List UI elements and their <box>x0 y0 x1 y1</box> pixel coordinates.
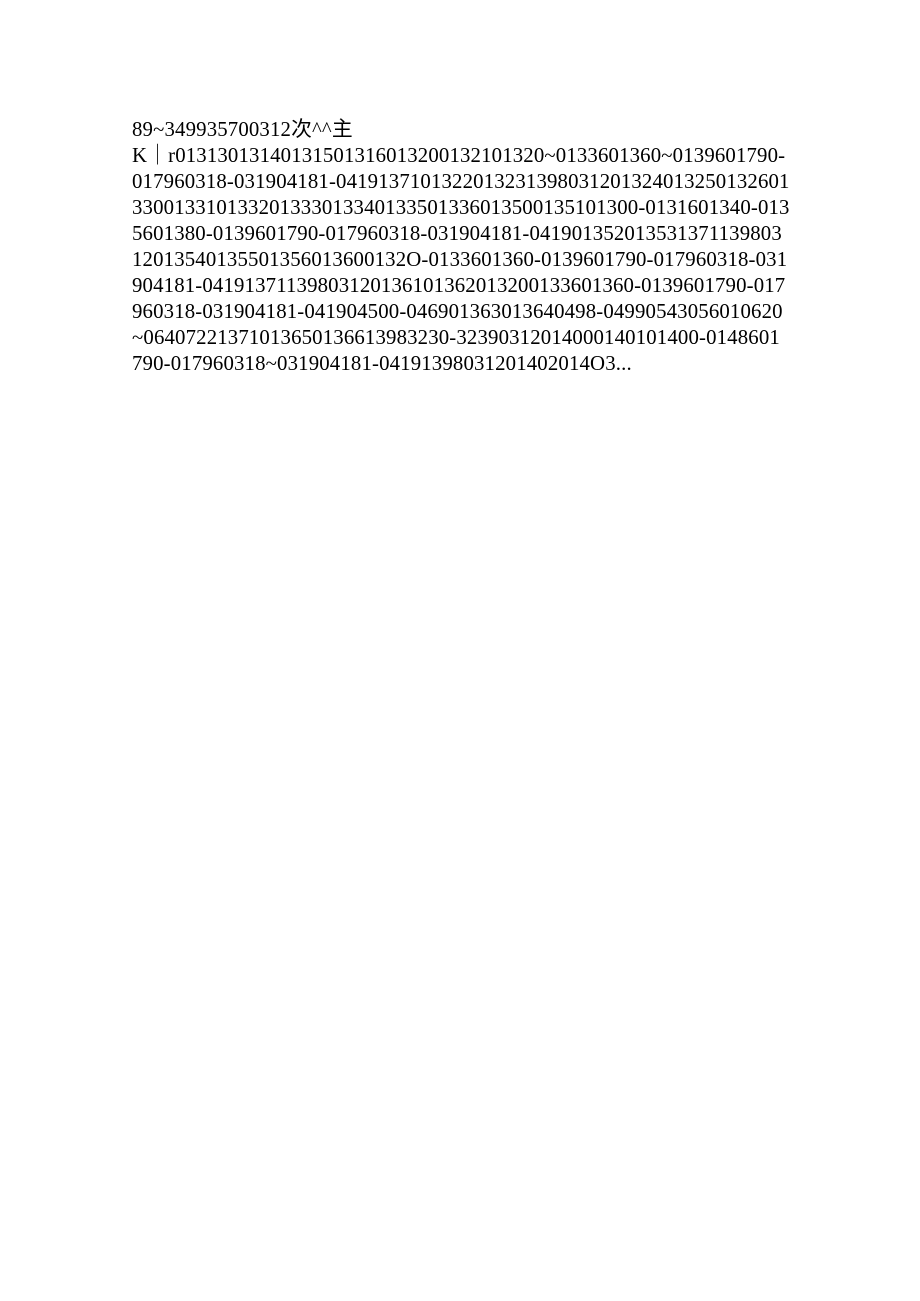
document-body-text: 89~349935700312次^^主 K｜r01313013140131501… <box>0 0 920 377</box>
